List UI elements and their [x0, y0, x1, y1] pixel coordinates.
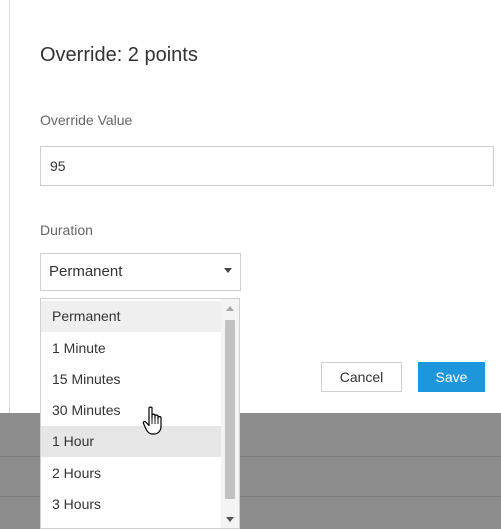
- dropdown-scrollbar[interactable]: [221, 299, 239, 528]
- dropdown-option[interactable]: 3 Hours: [41, 489, 221, 520]
- dialog-title: Override: 2 points: [40, 44, 198, 66]
- hand-pointer-icon: [142, 406, 162, 435]
- scroll-down-arrow-icon[interactable]: [226, 517, 234, 522]
- cancel-button[interactable]: Cancel: [321, 362, 402, 392]
- dropdown-option[interactable]: 1 Minute: [41, 333, 221, 364]
- chevron-down-icon: [224, 268, 232, 273]
- duration-dropdown-list: Permanent 1 Minute 15 Minutes 30 Minutes…: [40, 298, 240, 529]
- override-value-input[interactable]: [40, 146, 494, 186]
- scrollbar-thumb[interactable]: [225, 320, 235, 499]
- duration-select[interactable]: Permanent: [40, 253, 241, 291]
- dropdown-option[interactable]: 15 Minutes: [41, 364, 221, 395]
- dropdown-option[interactable]: Permanent: [41, 301, 221, 332]
- dropdown-option[interactable]: 2 Hours: [41, 458, 221, 489]
- scroll-up-arrow-icon[interactable]: [226, 306, 234, 311]
- dropdown-option[interactable]: 30 Minutes: [41, 395, 221, 426]
- save-button[interactable]: Save: [418, 362, 485, 392]
- duration-selected-value: Permanent: [49, 263, 123, 280]
- override-value-label: Override Value: [40, 112, 133, 128]
- dropdown-option[interactable]: 1 Hour: [41, 426, 221, 457]
- duration-label: Duration: [40, 222, 93, 238]
